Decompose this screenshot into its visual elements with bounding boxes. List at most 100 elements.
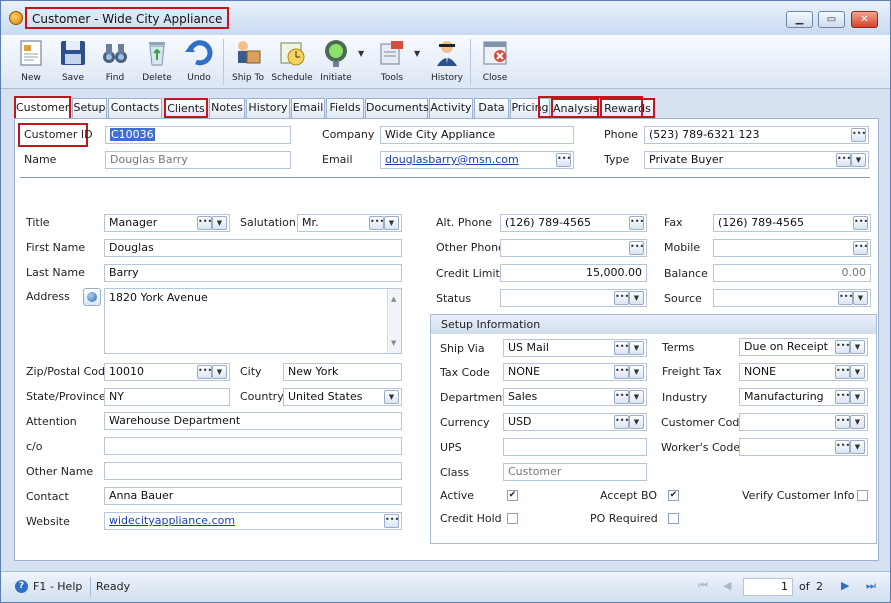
source-dropdown-button[interactable]: ▼	[853, 291, 868, 305]
initiate-button[interactable]: Initiate	[317, 35, 355, 89]
ship-via-dropdown-button[interactable]: ▼	[629, 341, 644, 355]
company-input[interactable]: Wide City Appliance	[380, 126, 574, 144]
department-dropdown-button[interactable]: ▼	[629, 390, 644, 404]
help-label[interactable]: F1 - Help	[33, 580, 82, 593]
workers-code-ellipsis-button[interactable]: •••	[835, 440, 850, 454]
tab-history[interactable]: History	[246, 98, 290, 118]
new-button[interactable]: New	[15, 35, 47, 89]
email-link[interactable]: douglasbarry@msn.com	[385, 153, 519, 166]
find-button[interactable]: Find	[99, 35, 131, 89]
zip-dropdown-button[interactable]: ▼	[212, 365, 227, 379]
attention-input[interactable]: Warehouse Department	[104, 412, 402, 430]
last-name-input[interactable]: Barry	[104, 264, 402, 282]
minimize-button[interactable]: ▁	[786, 11, 813, 28]
other-name-input[interactable]	[104, 462, 402, 480]
tab-data[interactable]: Data	[474, 98, 509, 118]
freight-tax-dropdown-button[interactable]: ▼	[850, 365, 865, 379]
source-select[interactable]: ••• ▼	[713, 289, 871, 307]
scroll-down-icon[interactable]: ▼	[391, 335, 396, 351]
co-input[interactable]	[104, 437, 402, 455]
tab-fields[interactable]: Fields	[326, 98, 364, 118]
currency-dropdown-button[interactable]: ▼	[629, 415, 644, 429]
source-ellipsis-button[interactable]: •••	[838, 291, 853, 305]
title-select[interactable]: Manager ••• ▼	[104, 214, 230, 232]
alt-phone-ellipsis-button[interactable]: •••	[629, 216, 644, 230]
website-input[interactable]: widecityappliance.com •••	[104, 512, 402, 530]
email-input[interactable]: douglasbarry@msn.com •••	[380, 151, 574, 169]
status-dropdown-button[interactable]: ▼	[629, 291, 644, 305]
next-page-icon[interactable]: ▶	[841, 579, 849, 592]
freight-tax-select[interactable]: NONE ••• ▼	[739, 363, 868, 381]
tab-activity[interactable]: Activity	[429, 98, 473, 118]
undo-button[interactable]: Undo	[183, 35, 215, 89]
department-select[interactable]: Sales ••• ▼	[503, 388, 647, 406]
title-dropdown-button[interactable]: ▼	[212, 216, 227, 230]
tab-customer[interactable]: Customer	[14, 96, 71, 118]
ship-to-button[interactable]: Ship To	[229, 35, 267, 89]
customer-id-input[interactable]: C10036	[105, 126, 291, 144]
close-window-button[interactable]: ✕	[851, 11, 878, 28]
tab-email[interactable]: Email	[291, 98, 325, 118]
title-ellipsis-button[interactable]: •••	[197, 216, 212, 230]
website-link[interactable]: widecityappliance.com	[109, 514, 235, 527]
customer-code-dropdown-button[interactable]: ▼	[850, 415, 865, 429]
tools-dropdown-arrow[interactable]: ▼	[414, 49, 420, 58]
zip-select[interactable]: 10010 ••• ▼	[104, 363, 230, 381]
workers-code-dropdown-button[interactable]: ▼	[850, 440, 865, 454]
terms-select[interactable]: Due on Receipt ••• ▼	[739, 338, 868, 356]
country-select[interactable]: United States ▼	[283, 388, 402, 406]
active-checkbox[interactable]: ✔	[507, 490, 518, 501]
address-scrollbar[interactable]: ▲ ▼	[387, 289, 401, 353]
state-input[interactable]: NY	[104, 388, 230, 406]
website-ellipsis-button[interactable]: •••	[384, 514, 399, 528]
department-ellipsis-button[interactable]: •••	[614, 390, 629, 404]
address-map-button[interactable]	[83, 288, 101, 306]
industry-dropdown-button[interactable]: ▼	[850, 390, 865, 404]
mobile-ellipsis-button[interactable]: •••	[853, 241, 868, 255]
type-ellipsis-button[interactable]: •••	[836, 153, 851, 167]
industry-select[interactable]: Manufacturing ••• ▼	[739, 388, 868, 406]
terms-ellipsis-button[interactable]: •••	[835, 340, 850, 354]
credit-limit-input[interactable]: 15,000.00	[500, 264, 647, 282]
other-phone-input[interactable]: •••	[500, 239, 647, 257]
tax-code-select[interactable]: NONE ••• ▼	[503, 363, 647, 381]
scroll-up-icon[interactable]: ▲	[391, 291, 396, 307]
country-dropdown-button[interactable]: ▼	[384, 390, 399, 404]
help-icon[interactable]: ?	[15, 580, 28, 593]
ship-via-select[interactable]: US Mail ••• ▼	[503, 339, 647, 357]
last-page-icon[interactable]: ⏭	[866, 579, 876, 593]
salutation-ellipsis-button[interactable]: •••	[369, 216, 384, 230]
delete-button[interactable]: Delete	[141, 35, 173, 89]
first-name-input[interactable]: Douglas	[104, 239, 402, 257]
zip-ellipsis-button[interactable]: •••	[197, 365, 212, 379]
terms-dropdown-button[interactable]: ▼	[850, 340, 865, 354]
close-button[interactable]: Close	[479, 35, 511, 89]
fax-input[interactable]: (126) 789-4565 •••	[713, 214, 871, 232]
type-select[interactable]: Private Buyer ••• ▼	[644, 151, 869, 169]
contact-input[interactable]: Anna Bauer	[104, 487, 402, 505]
page-number-input[interactable]: 1	[743, 578, 793, 596]
tab-clients[interactable]: Clients	[164, 98, 208, 118]
tab-documents[interactable]: Documents	[365, 98, 429, 118]
title-bar[interactable]: Customer - Wide City Appliance ▁ ▭ ✕	[1, 1, 890, 35]
save-button[interactable]: Save	[57, 35, 89, 89]
status-select[interactable]: ••• ▼	[500, 289, 647, 307]
city-input[interactable]: New York	[283, 363, 402, 381]
po-required-checkbox[interactable]	[668, 513, 679, 524]
mobile-input[interactable]: •••	[713, 239, 871, 257]
currency-select[interactable]: USD ••• ▼	[503, 413, 647, 431]
customer-code-select[interactable]: ••• ▼	[739, 413, 868, 431]
salutation-select[interactable]: Mr. ••• ▼	[297, 214, 402, 232]
tools-button[interactable]: Tools	[373, 35, 411, 89]
verify-customer-info-checkbox[interactable]	[857, 490, 868, 501]
ups-input[interactable]	[503, 438, 647, 456]
freight-tax-ellipsis-button[interactable]: •••	[835, 365, 850, 379]
tab-notes[interactable]: Notes	[209, 98, 245, 118]
schedule-button[interactable]: Schedule	[271, 35, 313, 89]
salutation-dropdown-button[interactable]: ▼	[384, 216, 399, 230]
email-ellipsis-button[interactable]: •••	[556, 153, 571, 167]
other-phone-ellipsis-button[interactable]: •••	[629, 241, 644, 255]
fax-ellipsis-button[interactable]: •••	[853, 216, 868, 230]
phone-ellipsis-button[interactable]: •••	[851, 128, 866, 142]
address-textarea[interactable]: 1820 York Avenue ▲ ▼	[104, 288, 402, 354]
